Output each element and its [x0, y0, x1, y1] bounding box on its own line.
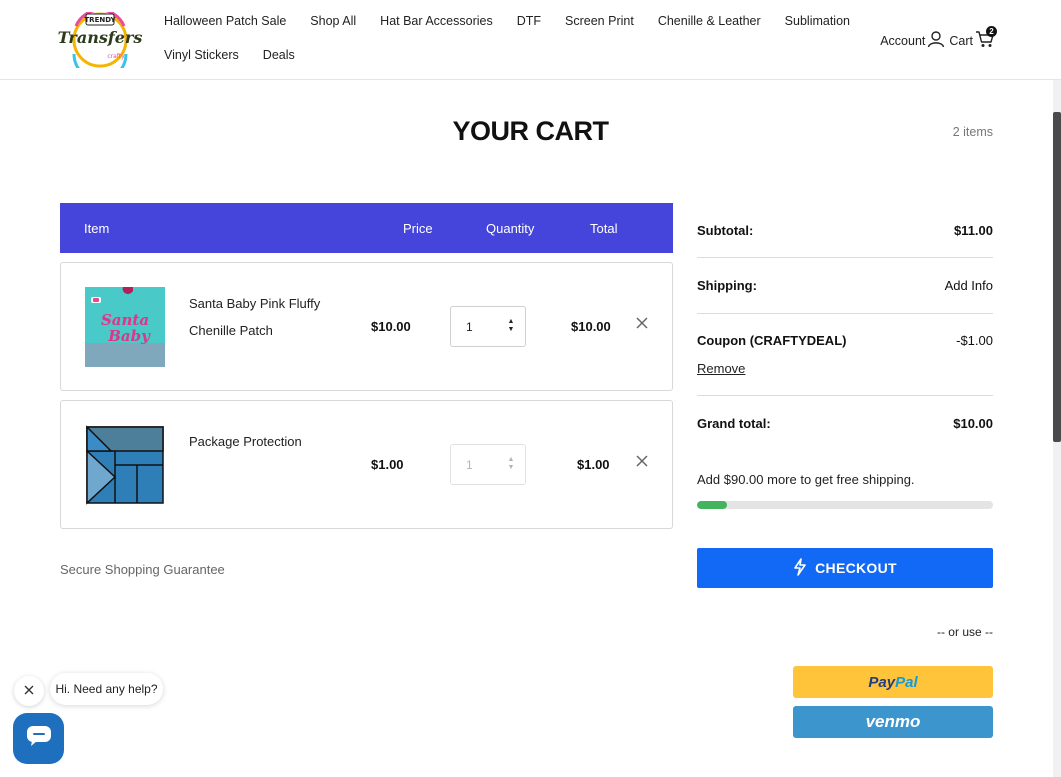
lightning-icon — [793, 557, 807, 579]
nav-item-chenille-leather[interactable]: Chenille & Leather — [658, 14, 761, 32]
user-icon — [927, 30, 945, 51]
subtotal-value: $11.00 — [953, 223, 993, 238]
checkout-button[interactable]: CHECKOUT — [697, 548, 993, 588]
line-total: $10.00 — [571, 319, 611, 334]
decrement-icon: ▼ — [507, 464, 515, 471]
quantity-stepper[interactable]: 1 ▲ ▼ — [450, 306, 526, 347]
paypal-logo-part1: Pay — [868, 673, 896, 691]
nav-row-secondary: Vinyl Stickers Deals — [164, 48, 824, 66]
svg-text:Transfers: Transfers — [58, 28, 142, 47]
column-header-price: Price — [403, 221, 433, 236]
checkout-label: CHECKOUT — [815, 560, 897, 576]
cart-table-header: Item Price Quantity Total — [60, 203, 673, 253]
line-total: $1.00 — [577, 457, 610, 472]
svg-text:crafty: crafty — [107, 53, 125, 60]
coupon-value: -$1.00 — [956, 333, 993, 348]
main-nav: Halloween Patch Sale Shop All Hat Bar Ac… — [164, 14, 850, 66]
summary-divider — [697, 313, 993, 314]
venmo-logo: venmo — [865, 712, 921, 731]
svg-text:Baby: Baby — [107, 327, 151, 345]
account-link[interactable]: Account — [880, 30, 945, 51]
free-shipping-message: Add $90.00 more to get free shipping. — [697, 472, 915, 487]
remove-item-icon[interactable] — [635, 316, 649, 330]
paypal-button[interactable]: Pay Pal — [793, 666, 993, 698]
quantity-stepper: 1 ▲ ▼ — [450, 444, 526, 485]
cart-items-count: 2 items — [952, 125, 993, 139]
product-name[interactable]: Package Protection — [189, 428, 339, 455]
shipping-add-info-link[interactable]: Add Info — [945, 278, 993, 293]
grand-total-value: $10.00 — [953, 416, 993, 431]
package-protection-image[interactable] — [85, 425, 165, 505]
product-name[interactable]: Santa Baby Pink Fluffy Chenille Patch — [189, 290, 339, 344]
remove-item-icon[interactable] — [635, 454, 649, 468]
cart-item-row: Package Protection $1.00 1 ▲ ▼ $1.00 — [60, 400, 673, 529]
nav-item-screen-print[interactable]: Screen Print — [565, 14, 634, 32]
secure-shopping-guarantee[interactable]: Secure Shopping Guarantee — [60, 562, 225, 577]
product-price: $10.00 — [371, 319, 411, 334]
page-title: YOUR CART — [452, 116, 610, 146]
scrollbar-thumb[interactable] — [1053, 112, 1061, 442]
close-chat-prompt-button[interactable] — [14, 676, 44, 706]
brand-logo[interactable]: TRENDY Transfers crafty — [58, 8, 142, 82]
shipping-label: Shipping: — [697, 278, 757, 293]
remove-coupon-link[interactable]: Remove — [697, 361, 745, 376]
nav-item-hat-bar-accessories[interactable]: Hat Bar Accessories — [380, 14, 493, 32]
cart-count-badge: 2 — [986, 26, 997, 37]
column-header-quantity: Quantity — [486, 221, 535, 236]
or-use-divider: -- or use -- — [936, 625, 993, 639]
nav-item-shop-all[interactable]: Shop All — [310, 14, 356, 32]
header-actions: Account Cart 2 — [880, 26, 997, 51]
free-shipping-progress — [697, 501, 993, 509]
increment-icon[interactable]: ▲ — [507, 318, 515, 326]
quantity-value[interactable]: 1 — [466, 320, 473, 334]
column-header-total: Total — [590, 221, 618, 236]
paypal-logo-part2: Pal — [895, 673, 918, 691]
cart-link[interactable]: Cart 2 — [949, 26, 997, 51]
progress-fill — [697, 501, 727, 509]
nav-item-deals[interactable]: Deals — [263, 48, 295, 66]
close-icon — [24, 682, 34, 700]
summary-divider — [697, 257, 993, 258]
increment-icon: ▲ — [507, 456, 515, 463]
cart-item-row: Santa Baby Santa Baby Pink Fluffy Chenil… — [60, 262, 673, 391]
decrement-icon[interactable]: ▼ — [507, 326, 515, 334]
coupon-label: Coupon (CRAFTYDEAL) — [697, 333, 847, 348]
santa-baby-patch-image[interactable]: Santa Baby — [85, 287, 165, 367]
grand-total-label: Grand total: — [697, 416, 771, 431]
nav-row-primary: Halloween Patch Sale Shop All Hat Bar Ac… — [164, 14, 850, 32]
chat-icon — [26, 725, 52, 752]
product-price: $1.00 — [371, 457, 404, 472]
quantity-arrows[interactable]: ▲ ▼ — [507, 318, 515, 336]
summary-divider — [697, 395, 993, 396]
quantity-value: 1 — [466, 458, 473, 472]
site-header: TRENDY Transfers crafty Halloween Patch … — [0, 0, 1061, 82]
nav-item-sublimation[interactable]: Sublimation — [785, 14, 850, 32]
venmo-button[interactable]: venmo — [793, 706, 993, 738]
nav-item-vinyl-stickers[interactable]: Vinyl Stickers — [164, 48, 239, 66]
nav-item-dtf[interactable]: DTF — [517, 14, 541, 32]
nav-item-halloween-patch-sale[interactable]: Halloween Patch Sale — [164, 14, 286, 32]
account-label: Account — [880, 33, 926, 48]
column-header-item: Item — [84, 221, 110, 236]
quantity-arrows: ▲ ▼ — [507, 456, 515, 474]
cart-label: Cart — [949, 33, 973, 48]
chat-launcher-button[interactable] — [13, 713, 64, 764]
chat-prompt-bubble[interactable]: Hi. Need any help? — [50, 673, 163, 705]
page-scrollbar[interactable] — [1053, 80, 1061, 777]
svg-text:TRENDY: TRENDY — [84, 16, 116, 24]
subtotal-label: Subtotal: — [697, 223, 754, 238]
